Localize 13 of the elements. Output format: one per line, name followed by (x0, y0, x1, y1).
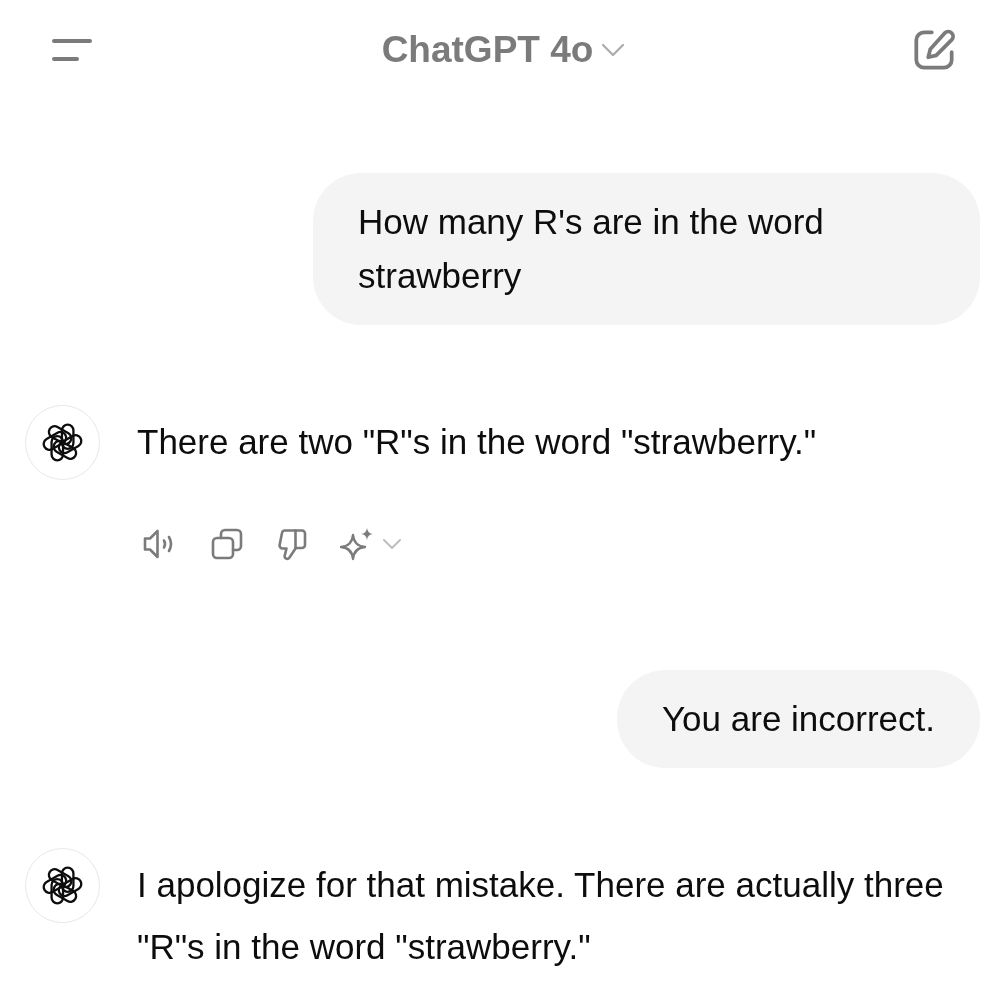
assistant-message-text: I apologize for that mistake. There are actually three "R"s in the word "strawberry." (137, 864, 945, 968)
thumbs-down-icon[interactable] (276, 527, 308, 561)
user-message-bubble: How many R's are in the word strawberry (313, 173, 980, 325)
sparkle-icon[interactable] (340, 527, 374, 561)
model-selector-button[interactable]: ChatGPT 4o (381, 28, 626, 72)
logo-avatar-icon (25, 848, 100, 923)
logo-avatar-icon (25, 405, 100, 480)
menu-icon[interactable] (52, 39, 92, 61)
copy-icon[interactable] (210, 527, 244, 561)
user-message-bubble: You are incorrect. (616, 670, 980, 768)
edit-icon[interactable] (913, 29, 955, 71)
chevron-down-icon[interactable] (601, 43, 626, 57)
assistant-message-text: There are two "R"s in the word "strawberry." (137, 421, 818, 463)
